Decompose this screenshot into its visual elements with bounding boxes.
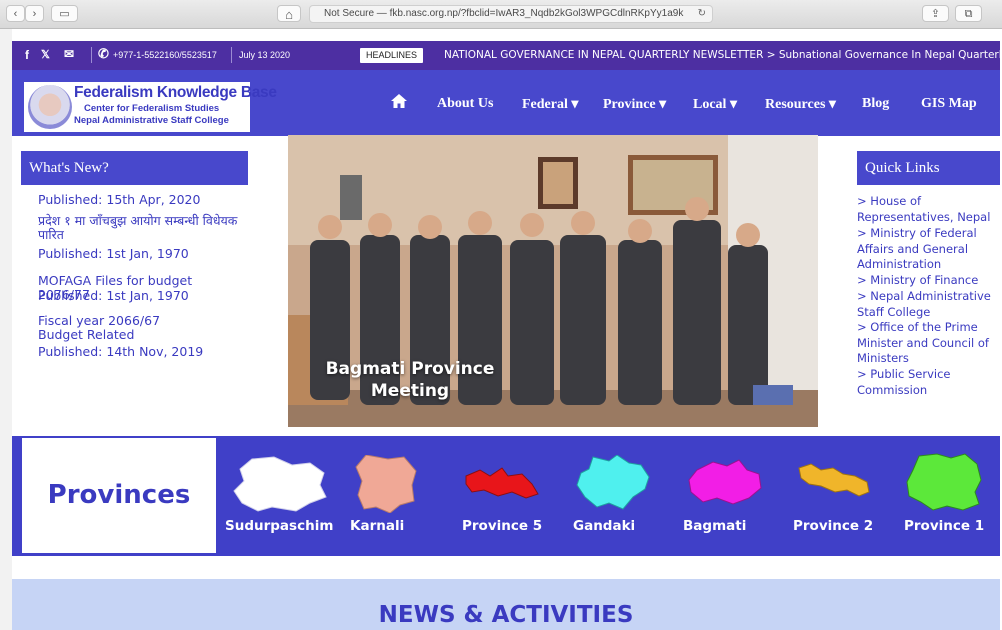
province-label-province-1[interactable]: Province 1: [904, 518, 984, 534]
home-icon[interactable]: [391, 94, 407, 108]
news-item-title[interactable]: Fiscal year 2066/67 Budget Related: [38, 314, 208, 342]
tabs-button[interactable]: ⧉: [955, 5, 982, 22]
news-item-title[interactable]: प्रदेश १ मा जाँचबुझ आयोग सम्बन्धी विधेयक…: [38, 214, 238, 242]
nav-blog[interactable]: Blog: [862, 96, 889, 112]
top-info-bar: f 𝕏 ✉ ✆ +977-1-5522160/5523517 July 13 2…: [12, 41, 1000, 70]
quick-link-nasc[interactable]: > Nepal Administrative Staff College: [857, 289, 997, 320]
carousel-caption: Bagmati Province Meeting: [325, 359, 495, 401]
quick-link-mofaga[interactable]: > Ministry of Federal Affairs and Genera…: [857, 226, 997, 273]
logo-subtitle: Nepal Administrative Staff College: [74, 115, 229, 126]
quick-link-ministry-of-finance[interactable]: > Ministry of Finance: [857, 273, 997, 289]
reload-icon[interactable]: ↻: [698, 6, 706, 22]
provinces-title: Provinces: [47, 480, 191, 510]
nav-federal[interactable]: Federal ▾: [522, 96, 578, 113]
province-1-map-icon[interactable]: [905, 452, 983, 512]
page-left-edge: [0, 28, 12, 630]
back-icon: ‹: [13, 8, 18, 20]
tabs-icon: ⧉: [964, 8, 973, 20]
nav-about-us[interactable]: About Us: [437, 96, 493, 112]
province-label-sudurpaschim[interactable]: Sudurpaschim: [225, 518, 333, 534]
province-5-map-icon[interactable]: [464, 466, 540, 502]
sudurpaschim-map-icon[interactable]: [232, 455, 328, 513]
forward-button[interactable]: ›: [25, 5, 44, 22]
logo-subtitle: Center for Federalism Studies: [84, 103, 220, 114]
quick-link-psc[interactable]: > Public Service Commission: [857, 367, 997, 398]
news-item-published: Published: 1st Jan, 1970: [38, 246, 189, 261]
url-text: Not Secure — fkb.nasc.org.np/?fbclid=IwA…: [324, 8, 684, 19]
mail-icon[interactable]: ✉: [64, 47, 74, 61]
nav-local[interactable]: Local ▾: [693, 96, 737, 113]
gandaki-map-icon[interactable]: [575, 455, 651, 511]
divider: [231, 47, 232, 63]
phone-number[interactable]: +977-1-5522160/5523517: [113, 50, 217, 60]
quick-link-house-of-representatives[interactable]: > House of Representatives, Nepal: [857, 194, 997, 225]
nav-gis-map[interactable]: GIS Map: [921, 96, 977, 112]
news-activities-title: NEWS & ACTIVITIES: [378, 602, 634, 628]
province-label-gandaki[interactable]: Gandaki: [573, 518, 635, 534]
facebook-icon[interactable]: f: [25, 48, 29, 62]
quick-links-header: Quick Links: [857, 151, 1000, 185]
sidebar-button[interactable]: ▭: [51, 5, 78, 22]
province-label-province-2[interactable]: Province 2: [793, 518, 873, 534]
share-icon: ⇪: [930, 8, 941, 20]
bagmati-map-icon[interactable]: [687, 458, 763, 506]
college-seal-icon: [28, 85, 72, 129]
quick-link-opmcm[interactable]: > Office of the Prime Minister and Counc…: [857, 320, 997, 367]
current-date: July 13 2020: [239, 50, 291, 60]
nav-province[interactable]: Province ▾: [603, 96, 666, 113]
news-item-published: Published: 14th Nov, 2019: [38, 344, 204, 359]
nav-resources[interactable]: Resources ▾: [765, 96, 836, 113]
news-item-published: Published: 1st Jan, 1970: [38, 288, 189, 303]
news-item-published: Published: 15th Apr, 2020: [38, 192, 201, 207]
whats-new-header: What's New?: [21, 151, 248, 185]
divider: [91, 47, 92, 63]
home-button[interactable]: ⌂: [277, 5, 301, 22]
forward-icon: ›: [32, 8, 37, 20]
logo-title: Federalism Knowledge Base: [74, 84, 277, 101]
browser-home-icon: ⌂: [285, 7, 293, 22]
back-button[interactable]: ‹: [6, 5, 25, 22]
phone-icon: ✆: [98, 46, 109, 61]
sidebar-icon: ▭: [59, 8, 70, 20]
province-label-karnali[interactable]: Karnali: [350, 518, 404, 534]
site-logo[interactable]: Federalism Knowledge Base Center for Fed…: [24, 82, 277, 132]
headlines-label: HEADLINES: [360, 48, 424, 63]
karnali-map-icon[interactable]: [354, 455, 418, 513]
browser-toolbar: ‹ › ▭ ⌂ Not Secure — fkb.nasc.org.np/?fb…: [0, 0, 1002, 29]
headline-ticker[interactable]: NATIONAL GOVERNANCE IN NEPAL QUARTERLY N…: [444, 49, 1000, 61]
province-label-bagmati[interactable]: Bagmati: [683, 518, 746, 534]
address-bar[interactable]: Not Secure — fkb.nasc.org.np/?fbclid=IwA…: [309, 5, 713, 23]
share-button[interactable]: ⇪: [922, 5, 949, 22]
province-label-province-5[interactable]: Province 5: [462, 518, 542, 534]
province-2-map-icon[interactable]: [797, 462, 871, 498]
twitter-icon[interactable]: 𝕏: [41, 48, 50, 61]
